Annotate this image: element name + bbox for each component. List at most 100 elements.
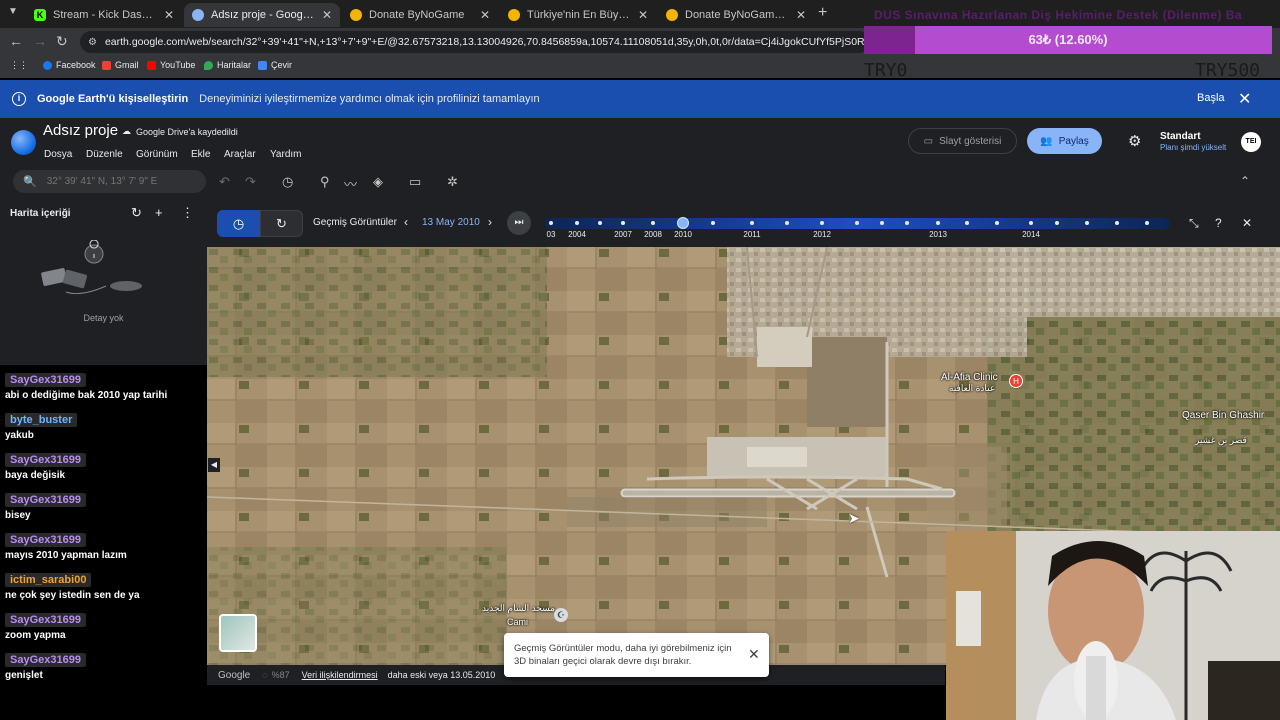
reset-time-button[interactable]: ↻: [260, 210, 303, 237]
expand-icon[interactable]: ⤡: [1189, 216, 1199, 231]
site-info-icon[interactable]: ⚙: [88, 37, 97, 48]
apps-grid-icon[interactable]: ⋮⋮: [10, 60, 28, 71]
tab-kick-dashboard[interactable]: K Stream - Kick Dashboard ✕: [26, 3, 182, 27]
search-box[interactable]: 🔍: [13, 170, 206, 193]
project-title[interactable]: Adsız proje: [43, 122, 118, 139]
timeline-tick[interactable]: [905, 221, 909, 225]
timeline-tick[interactable]: [785, 221, 789, 225]
upgrade-plan-link[interactable]: Planı şimdi yükselt: [1160, 143, 1226, 152]
historical-imagery-toggle-button[interactable]: ◷: [217, 210, 260, 237]
timeline-tick[interactable]: [1085, 221, 1089, 225]
historical-imagery-icon[interactable]: ◷: [282, 174, 293, 190]
slideshow-button[interactable]: ▭ Slayt gösterisi: [908, 128, 1017, 154]
timeline-tick[interactable]: [820, 221, 824, 225]
chat-username[interactable]: byte_buster: [5, 413, 78, 427]
chat-username[interactable]: SayGex31699: [5, 613, 86, 627]
timeline-tick[interactable]: [575, 221, 579, 225]
menu-view[interactable]: Görünüm: [136, 149, 178, 160]
tab-turkiye-oyuncu[interactable]: Türkiye'nin En Büyük Oyuncu D ✕: [500, 3, 656, 27]
timeline-tick[interactable]: [651, 221, 655, 225]
toast-close-icon[interactable]: ✕: [748, 646, 760, 663]
back-icon[interactable]: ←: [9, 33, 23, 49]
bookmark-youtube[interactable]: YouTube: [147, 60, 195, 70]
menu-file[interactable]: Dosya: [44, 149, 72, 160]
timeline-year-label[interactable]: 2011: [743, 230, 760, 239]
place-label-mosque[interactable]: مسجد الشام الجديد: [482, 603, 555, 614]
timeline-year-label[interactable]: 2010: [674, 230, 692, 239]
tab-close-icon[interactable]: ✕: [796, 8, 806, 22]
close-timeline-icon[interactable]: ✕: [1242, 216, 1252, 230]
chat-username[interactable]: SayGex31699: [5, 653, 86, 667]
timeline-year-label[interactable]: 2013: [929, 230, 947, 239]
tab-donate-gelen[interactable]: Donate ByNoGame - Gelen/Gid ✕: [658, 3, 814, 27]
place-label-al-afia-clinic[interactable]: Al-Afia Clinic: [941, 372, 998, 383]
timeline-year-label[interactable]: 2012: [813, 230, 831, 239]
satellite-icon[interactable]: ✲: [447, 174, 458, 190]
draw-path-icon[interactable]: 〰: [344, 174, 357, 193]
timeline-year-label[interactable]: 2004: [568, 230, 586, 239]
menu-help[interactable]: Yardım: [270, 149, 302, 160]
chat-username[interactable]: SayGex31699: [5, 493, 86, 507]
data-attribution-link[interactable]: Veri ilişkilendirmesi: [302, 670, 378, 680]
timeline-tick[interactable]: [880, 221, 884, 225]
timeline-tick[interactable]: [936, 221, 940, 225]
timeline-tick[interactable]: [711, 221, 715, 225]
measure-ruler-icon[interactable]: ▭: [409, 174, 421, 190]
tab-google-earth[interactable]: Adsız proje - Google Earth ✕: [184, 3, 340, 27]
bookmark-translate[interactable]: Çevir: [258, 60, 292, 70]
help-icon[interactable]: ?: [1215, 216, 1222, 230]
timeline-tick[interactable]: [750, 221, 754, 225]
add-icon[interactable]: +: [155, 205, 163, 220]
timeline-tick[interactable]: [598, 221, 602, 225]
share-button[interactable]: 👥 Paylaş: [1027, 128, 1102, 154]
settings-gear-icon[interactable]: ⚙: [1128, 132, 1141, 150]
hospital-marker-icon[interactable]: H: [1009, 374, 1023, 388]
chat-username[interactable]: ictim_sarabi00: [5, 573, 92, 587]
timeline-tick[interactable]: [965, 221, 969, 225]
chat-username[interactable]: SayGex31699: [5, 453, 86, 467]
reload-icon[interactable]: ↻: [56, 33, 68, 50]
address-bar[interactable]: ⚙ earth.google.com/web/search/32°+39'+41…: [80, 31, 870, 53]
forward-icon[interactable]: →: [33, 33, 47, 49]
menu-insert[interactable]: Ekle: [191, 149, 210, 160]
timeline-tick[interactable]: [1115, 221, 1119, 225]
place-label-qaser-bin[interactable]: Qaser Bin Ghashir: [1182, 410, 1264, 421]
chat-username[interactable]: SayGex31699: [5, 533, 86, 547]
collapse-panel-chevron-icon[interactable]: ◀: [208, 458, 220, 472]
menu-tools[interactable]: Araçlar: [224, 149, 256, 160]
layer-thumbnail-button[interactable]: [219, 614, 257, 652]
timeline-selected-knob[interactable]: [677, 217, 689, 229]
timeline-year-label[interactable]: 03: [547, 230, 556, 239]
tab-close-icon[interactable]: ✕: [638, 8, 648, 22]
banner-close-icon[interactable]: ✕: [1238, 89, 1251, 109]
tab-donate-bynogame[interactable]: Donate ByNoGame ✕: [342, 3, 498, 27]
refresh-icon[interactable]: ↻: [131, 205, 142, 221]
avatar[interactable]: TEI: [1241, 132, 1261, 152]
timeline-tick[interactable]: [549, 221, 553, 225]
bookmark-facebook[interactable]: Facebook: [43, 60, 96, 70]
timeline-tick[interactable]: [1145, 221, 1149, 225]
tab-close-icon[interactable]: ✕: [480, 8, 490, 22]
timeline-tick[interactable]: [1029, 221, 1033, 225]
tab-search-icon[interactable]: ▼: [8, 6, 18, 17]
more-vert-icon[interactable]: ⋮: [181, 205, 194, 221]
mosque-marker-icon[interactable]: ☪: [554, 608, 568, 622]
banner-start-button[interactable]: Başla: [1197, 92, 1225, 104]
placemark-icon[interactable]: ⚲: [320, 174, 330, 190]
redo-icon[interactable]: ↷: [245, 174, 256, 190]
timeline-tick[interactable]: [621, 221, 625, 225]
undo-icon[interactable]: ↶: [219, 174, 230, 190]
timeline-tick[interactable]: [1055, 221, 1059, 225]
next-date-chevron-icon[interactable]: ›: [488, 215, 492, 229]
search-input[interactable]: [46, 176, 197, 187]
menu-edit[interactable]: Düzenle: [86, 149, 123, 160]
chat-username[interactable]: SayGex31699: [5, 373, 86, 387]
timeline-year-label[interactable]: 2007: [614, 230, 632, 239]
timeline-tick[interactable]: [855, 221, 859, 225]
timeline-year-label[interactable]: 2008: [644, 230, 662, 239]
collapse-chevron-icon[interactable]: ⌃: [1240, 174, 1250, 188]
timeline-tick[interactable]: [995, 221, 999, 225]
bookmark-gmail[interactable]: Gmail: [102, 60, 139, 70]
bookmark-maps[interactable]: Haritalar: [204, 60, 251, 70]
tab-close-icon[interactable]: ✕: [322, 8, 332, 22]
